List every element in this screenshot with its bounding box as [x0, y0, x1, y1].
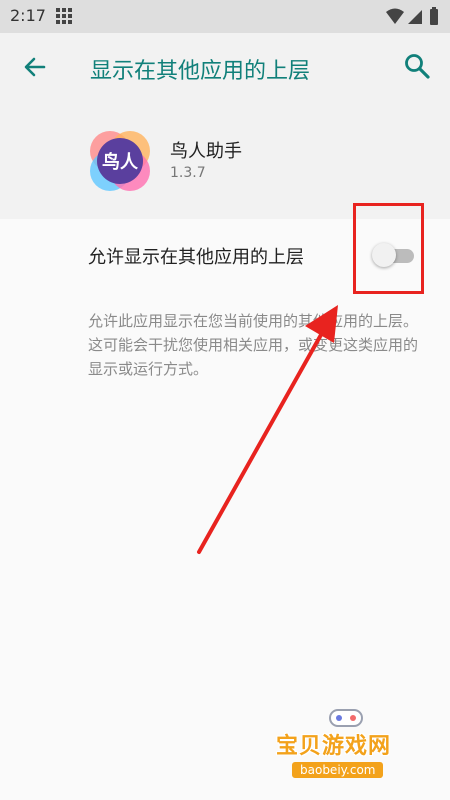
battery-icon — [430, 9, 438, 25]
watermark-logo: 宝贝游戏网 baobeiy.com — [274, 700, 424, 790]
wifi-icon — [386, 8, 404, 24]
back-arrow-icon[interactable] — [20, 52, 50, 82]
overlay-permission-label: 允许显示在其他应用的上层 — [88, 247, 304, 268]
search-icon[interactable] — [402, 51, 432, 81]
permission-description: 允许此应用显示在您当前使用的其他应用的上层。这可能会干扰您使用相关应用，或变更这… — [88, 312, 419, 378]
highlight-box — [353, 203, 424, 294]
app-icon-text: 鸟人 — [102, 151, 139, 173]
status-icons — [386, 7, 438, 25]
app-version: 1.3.7 — [170, 165, 206, 181]
grid-notification-icon — [56, 8, 72, 24]
app-bar: 显示在其他应用的上层 — [0, 33, 450, 101]
status-bar: 2:17 — [0, 0, 450, 33]
app-name: 鸟人助手 — [170, 141, 242, 162]
app-info-header: 鸟人 鸟人助手 1.3.7 — [0, 101, 450, 219]
page-title: 显示在其他应用的上层 — [90, 59, 311, 84]
watermark-url: baobeiy.com — [292, 762, 384, 778]
watermark-title: 宝贝游戏网 — [276, 734, 392, 759]
signal-icon — [408, 10, 422, 24]
app-icon: 鸟人 — [90, 131, 150, 191]
status-time: 2:17 — [10, 6, 46, 25]
gamepad-icon — [329, 709, 363, 727]
